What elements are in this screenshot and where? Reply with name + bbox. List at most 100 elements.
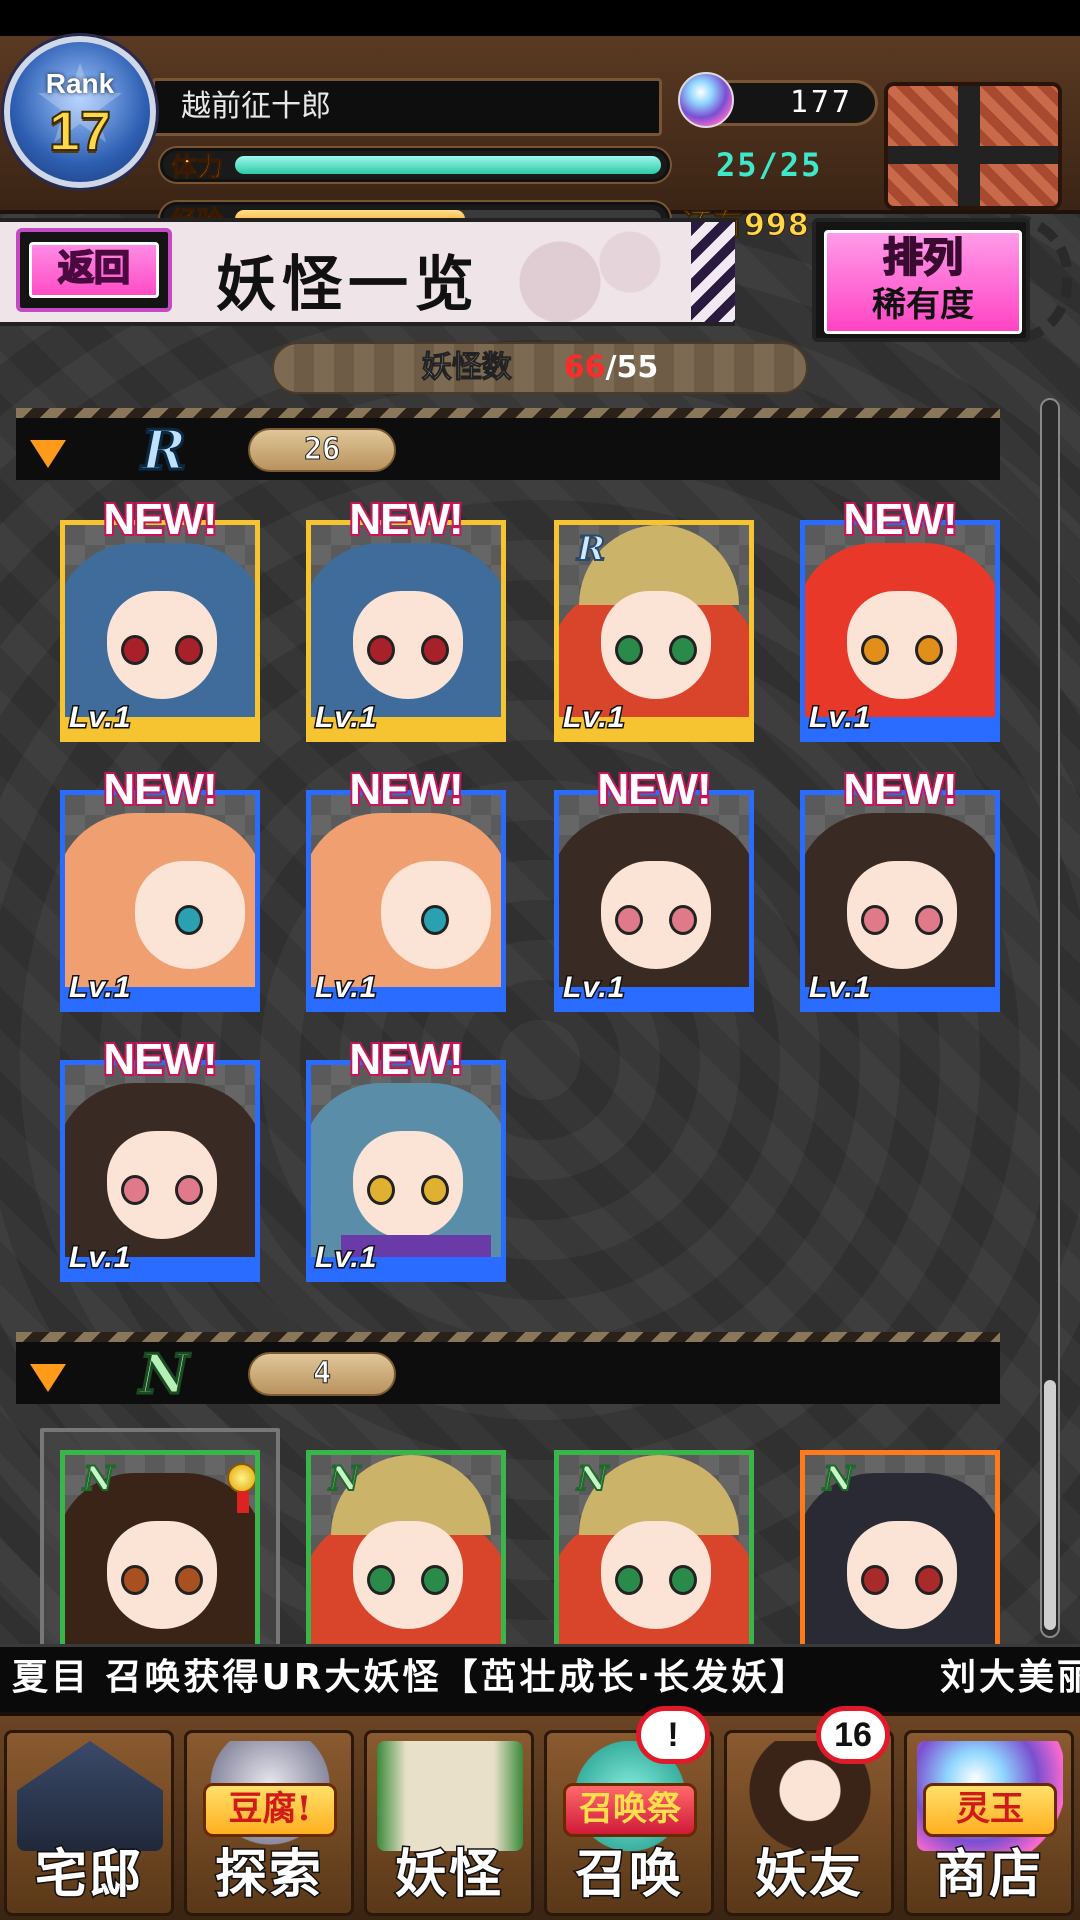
nav-explore[interactable]: 豆腐! 探索: [184, 1730, 354, 1916]
player-header: 越前征十郎 体力 25/25 经验 还有998 177: [0, 36, 1080, 244]
monster-card[interactable]: Lv.1: [800, 520, 1000, 742]
card-level: Lv.1: [67, 1240, 132, 1276]
ticker-message: 夏目 召唤获得UR大妖怪【茁壮成长·长发妖】: [12, 1657, 810, 1698]
monster-card[interactable]: Lv.1: [306, 790, 506, 1012]
card-level: Lv.1: [807, 970, 872, 1006]
page-title: 妖怪一览: [216, 250, 480, 320]
card-level: Lv.1: [807, 700, 872, 736]
portrait-eye: [421, 905, 449, 935]
monster-card[interactable]: Lv.1: [60, 1060, 260, 1282]
card-rarity-mark: N: [822, 1458, 855, 1500]
scrollbar-thumb[interactable]: [1044, 1380, 1056, 1630]
new-badge: NEW!: [101, 763, 219, 816]
monster-card[interactable]: N: [306, 1450, 506, 1650]
monster-count-current: 66: [563, 350, 606, 385]
portrait-eye: [421, 635, 449, 665]
monster-card[interactable]: Lv.1: [306, 520, 506, 742]
monster-card[interactable]: R Lv.1: [554, 520, 754, 742]
card-rarity-mark: N: [576, 1458, 609, 1500]
rank-value: 17: [48, 98, 112, 163]
monster-card[interactable]: Lv.1: [800, 790, 1000, 1012]
portrait-eye: [367, 1175, 395, 1205]
sort-label: 排列: [882, 234, 964, 282]
rarity-n-icon: N: [138, 1342, 190, 1406]
player-name: 越前征十郎: [152, 78, 662, 136]
card-level: Lv.1: [313, 700, 378, 736]
new-badge: NEW!: [595, 763, 713, 816]
sort-button[interactable]: 排列 稀有度: [812, 218, 1030, 342]
stamina-value: 25/25: [716, 146, 823, 184]
monster-card[interactable]: N: [800, 1450, 1000, 1650]
new-badge: NEW!: [841, 493, 959, 546]
monster-card[interactable]: Lv.1: [306, 1060, 506, 1282]
portrait-eye: [121, 635, 149, 665]
back-button-label: 返回: [29, 242, 159, 298]
ticker-next-message: 刘大美丽: [940, 1657, 1080, 1698]
stamina-fill: [235, 156, 661, 174]
nav-label: 探索: [213, 1843, 323, 1907]
card-level: Lv.1: [561, 970, 626, 1006]
nav-label: 妖友: [753, 1843, 863, 1907]
sort-mode: 稀有度: [872, 285, 974, 325]
portrait-eye: [861, 905, 889, 935]
nav-shop[interactable]: 灵玉 商店: [904, 1730, 1074, 1916]
section-header-n[interactable]: N 4: [16, 1332, 1000, 1406]
monster-card[interactable]: Lv.1: [60, 520, 260, 742]
card-level: Lv.1: [313, 970, 378, 1006]
card-rarity-mark: N: [328, 1458, 361, 1500]
stamina-label: 体力: [170, 153, 224, 184]
portrait-eye: [121, 1175, 149, 1205]
back-button[interactable]: 返回: [16, 228, 172, 312]
gift-chest-icon[interactable]: [884, 82, 1062, 210]
card-rarity-mark: R: [576, 528, 606, 570]
friends-count-badge: 16: [816, 1706, 890, 1764]
portrait-eye: [861, 635, 889, 665]
leader-medal-icon: [227, 1463, 255, 1513]
nav-mansion[interactable]: 宅邸: [4, 1730, 174, 1916]
nav-label: 宅邸: [33, 1843, 143, 1907]
new-badge: NEW!: [841, 763, 959, 816]
collapse-arrow-icon: [30, 440, 66, 468]
portrait-eye: [121, 1565, 149, 1595]
section-count: 26: [248, 428, 396, 472]
summon-tag: 召唤祭: [563, 1783, 697, 1837]
monster-card[interactable]: N: [60, 1450, 260, 1650]
summon-alert-badge: !: [636, 1706, 710, 1764]
monster-count-separator: /: [605, 350, 617, 385]
rank-label: Rank: [45, 68, 115, 99]
nav-label: 妖怪: [393, 1843, 503, 1907]
portrait-eye: [615, 635, 643, 665]
portrait-eye: [367, 1565, 395, 1595]
portrait-eye: [421, 1175, 449, 1205]
portrait-eye: [669, 1565, 697, 1595]
announcement-ticker: 夏目 召唤获得UR大妖怪【茁壮成长·长发妖】 刘大美丽: [0, 1644, 1080, 1712]
card-level: Lv.1: [313, 1240, 378, 1276]
monster-count-max: 55: [616, 350, 659, 385]
card-level: Lv.1: [561, 700, 626, 736]
sort-button-face: 排列 稀有度: [824, 230, 1022, 334]
new-badge: NEW!: [101, 493, 219, 546]
portrait-eye: [615, 905, 643, 935]
section-count: 4: [248, 1352, 396, 1396]
rank-badge[interactable]: ★ Rank 17: [4, 36, 156, 188]
portrait-eye: [175, 1565, 203, 1595]
rarity-r-icon: R: [140, 418, 188, 482]
nav-monsters[interactable]: 妖怪: [364, 1730, 534, 1916]
portrait-eye: [915, 1565, 943, 1595]
banner-stripe: [691, 222, 735, 322]
monster-card[interactable]: Lv.1: [60, 790, 260, 1012]
monster-count: 妖怪数 66/55: [272, 342, 808, 394]
portrait-eye: [175, 1175, 203, 1205]
portrait-eye: [615, 1565, 643, 1595]
portrait-eye: [861, 1565, 889, 1595]
monster-card[interactable]: N: [554, 1450, 754, 1650]
app-root: 越前征十郎 体力 25/25 经验 还有998 177 ★ Rank 17 返回…: [0, 0, 1080, 1920]
new-badge: NEW!: [101, 1033, 219, 1086]
portrait-eye: [669, 635, 697, 665]
section-header-r[interactable]: R 26: [16, 408, 1000, 482]
explore-tag: 豆腐!: [203, 1783, 337, 1837]
monster-count-label: 妖怪数: [421, 350, 512, 386]
new-badge: NEW!: [347, 1033, 465, 1086]
monster-card[interactable]: Lv.1: [554, 790, 754, 1012]
portrait-eye: [367, 635, 395, 665]
